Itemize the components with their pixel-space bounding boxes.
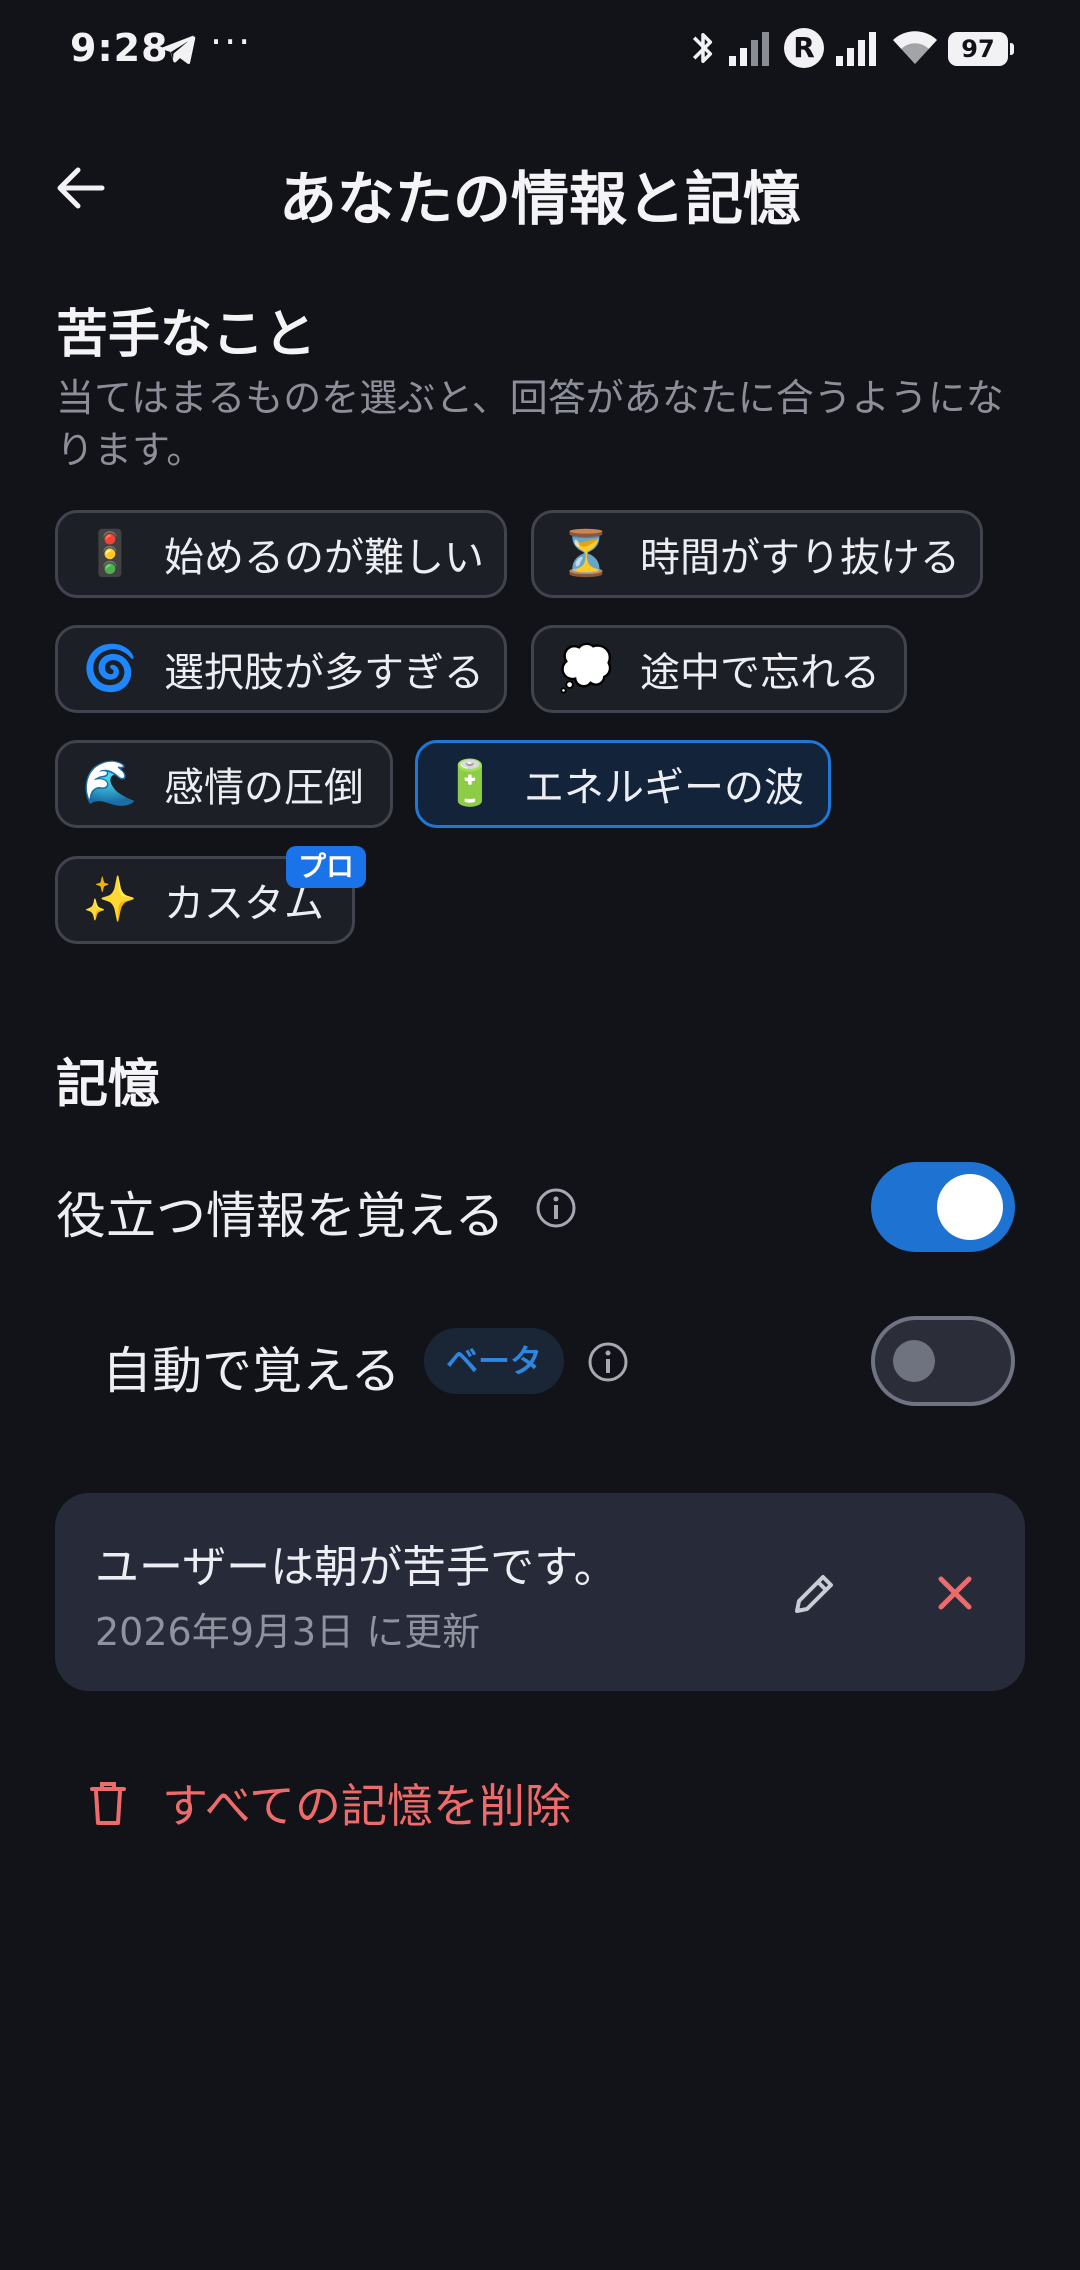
screen: 9:28 ··· R 97 あなたの情報と記憶 苦手なこと 当てはまるものを選ぶ… <box>0 0 1080 2270</box>
delete-all-memories-button[interactable]: すべての記憶を削除 <box>88 1770 571 1836</box>
wave-icon: 🌊 <box>82 758 138 809</box>
memory-item-text: ユーザーは朝が苦手です。 <box>95 1542 618 1593</box>
signal-icon <box>729 32 769 66</box>
wifi-icon <box>893 31 937 64</box>
edit-pencil-icon[interactable] <box>785 1563 845 1623</box>
carrier-badge: R <box>784 28 824 68</box>
difficulties-title: 苦手なこと <box>56 305 317 365</box>
chip-label: 時間がすり抜ける <box>640 535 960 581</box>
delete-all-label: すべての記憶を削除 <box>162 1779 571 1833</box>
info-icon-auto[interactable] <box>586 1340 630 1384</box>
chip-label: 感情の圧倒 <box>164 765 364 811</box>
chip-label: 始めるのが難しい <box>164 535 484 581</box>
page-title: あなたの情報と記憶 <box>278 165 801 233</box>
toggle-knob <box>893 1340 935 1382</box>
chip-label: エネルギーの波 <box>524 765 804 811</box>
chip-energy-waves[interactable]: 🔋 エネルギーの波 <box>415 740 831 828</box>
chip-forget-midway[interactable]: 💭 途中で忘れる <box>531 625 907 713</box>
chip-label: 選択肢が多すぎる <box>164 650 484 696</box>
pro-badge: プロ <box>286 846 366 888</box>
battery-icon: 97 <box>948 32 1014 66</box>
toggle-knob <box>937 1174 1003 1240</box>
bluetooth-icon <box>692 33 713 63</box>
memory-item-date: 2026年9月3日 に更新 <box>95 1610 481 1654</box>
chip-hard-to-start[interactable]: 🚦 始めるのが難しい <box>55 510 507 598</box>
info-icon[interactable] <box>534 1186 578 1230</box>
telegram-icon <box>161 35 196 65</box>
remember-info-toggle[interactable] <box>871 1162 1015 1252</box>
chip-label: 途中で忘れる <box>640 650 880 696</box>
signal-icon-2 <box>836 32 876 66</box>
cyclone-icon: 🌀 <box>82 643 138 694</box>
trash-icon <box>90 1782 126 1825</box>
more-notifications-icon: ··· <box>210 20 253 64</box>
battery-emoji-icon: 🔋 <box>442 758 498 809</box>
auto-remember-label: 自動で覚える <box>102 1342 401 1400</box>
beta-badge: ベータ <box>424 1328 564 1394</box>
hourglass-icon: ⏳ <box>558 528 614 579</box>
remember-info-label: 役立つ情報を覚える <box>56 1187 505 1245</box>
delete-memory-close-icon[interactable] <box>925 1563 985 1623</box>
thought-bubble-icon: 💭 <box>558 643 614 694</box>
sparkles-icon: ✨ <box>82 874 138 925</box>
status-time: 9:28 <box>70 26 169 70</box>
chip-too-many-choices[interactable]: 🌀 選択肢が多すぎる <box>55 625 507 713</box>
auto-remember-toggle[interactable] <box>871 1316 1015 1406</box>
status-bar: 9:28 ··· R 97 <box>0 0 1080 100</box>
traffic-light-icon: 🚦 <box>82 528 138 579</box>
memory-item-card: ユーザーは朝が苦手です。 2026年9月3日 に更新 <box>55 1493 1025 1691</box>
memory-title: 記憶 <box>56 1055 161 1115</box>
difficulties-description: 当てはまるものを選ぶと、回答があなたに合うようになります。 <box>56 376 1004 472</box>
chip-emotional-overwhelm[interactable]: 🌊 感情の圧倒 <box>55 740 393 828</box>
chip-time-slips[interactable]: ⏳ 時間がすり抜ける <box>531 510 983 598</box>
